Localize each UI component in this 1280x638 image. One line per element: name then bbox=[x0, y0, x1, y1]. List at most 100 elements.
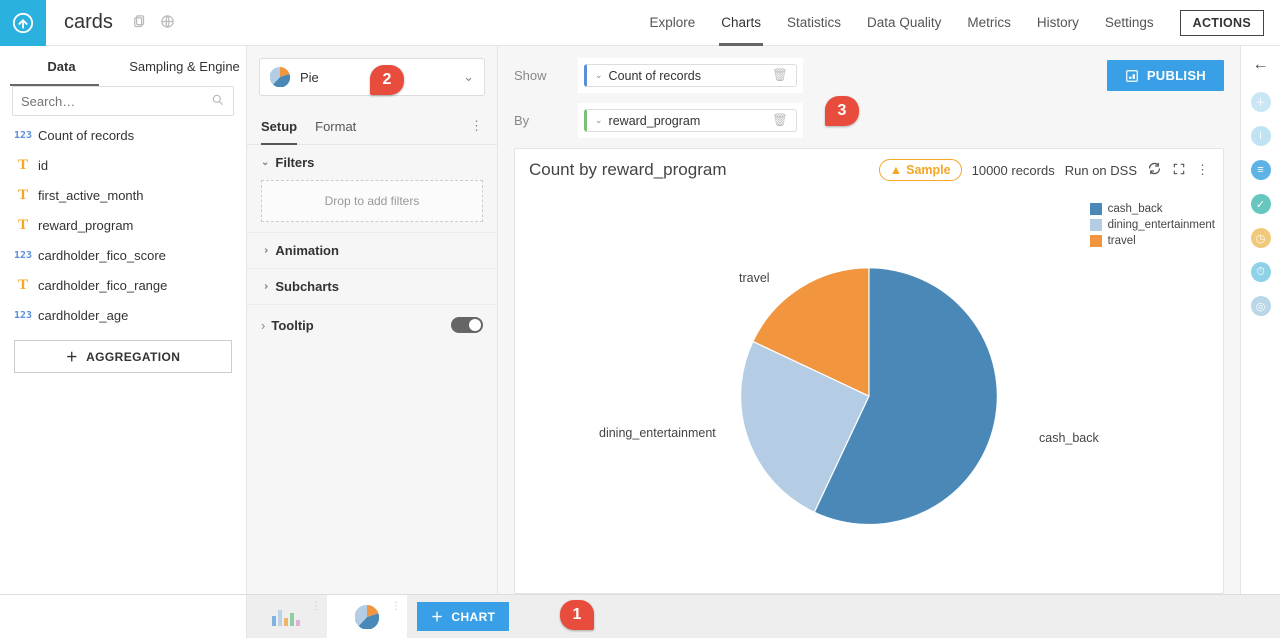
section-label: Animation bbox=[275, 243, 339, 258]
dock-info-icon[interactable]: i bbox=[1251, 126, 1271, 146]
by-pill[interactable]: ⌄reward_program🗑 bbox=[584, 109, 797, 132]
tab-charts[interactable]: Charts bbox=[721, 0, 761, 46]
tooltip-toggle[interactable] bbox=[451, 317, 483, 333]
right-dock: ← ＋ i ≡ ✓ ◷ ⏱ ◎ bbox=[1240, 46, 1280, 594]
copy-icon[interactable] bbox=[131, 14, 146, 32]
text-icon: T bbox=[12, 187, 34, 204]
pie-chart bbox=[729, 256, 1009, 536]
thumb-more-icon[interactable]: ⋮ bbox=[311, 601, 321, 612]
field-row[interactable]: Treward_program bbox=[0, 210, 246, 240]
actions-button[interactable]: ACTIONS bbox=[1180, 10, 1264, 36]
thumb-more-icon[interactable]: ⋮ bbox=[391, 601, 401, 612]
section-label: Subcharts bbox=[275, 279, 339, 294]
tab-history[interactable]: History bbox=[1037, 0, 1079, 46]
search-icon bbox=[211, 93, 225, 110]
config-more-icon[interactable]: ⋮ bbox=[470, 108, 483, 144]
field-label: first_active_month bbox=[38, 188, 144, 203]
slice-label-cash: cash_back bbox=[1039, 431, 1099, 445]
sample-label: Sample bbox=[906, 163, 950, 177]
fields-panel: Data Sampling & Engine 123Count of recor… bbox=[0, 46, 247, 594]
field-label: id bbox=[38, 158, 48, 173]
field-row[interactable]: 123 cardholder_age bbox=[0, 300, 246, 330]
section-animation: ⌄Animation bbox=[247, 233, 497, 269]
legend-label: dining_entertainment bbox=[1108, 217, 1215, 233]
cfg-tab-format[interactable]: Format bbox=[315, 109, 356, 144]
numeric-icon: 123 bbox=[12, 130, 34, 141]
field-row[interactable]: 123Count of records bbox=[0, 120, 246, 150]
chart-thumbs-bar: ⋮ ⋮ ＋ CHART bbox=[0, 594, 1280, 638]
text-icon: T bbox=[12, 277, 34, 294]
pill-label: Count of records bbox=[609, 69, 701, 83]
dock-add-icon[interactable]: ＋ bbox=[1251, 92, 1271, 112]
dock-discuss-icon[interactable]: ◎ bbox=[1251, 296, 1271, 316]
sample-badge[interactable]: ▲Sample bbox=[879, 159, 962, 181]
add-chart-label: CHART bbox=[451, 610, 495, 624]
text-icon: T bbox=[12, 217, 34, 234]
show-label: Show bbox=[514, 68, 566, 83]
field-label: cardholder_fico_range bbox=[38, 278, 167, 293]
field-label: reward_program bbox=[38, 218, 133, 233]
chevron-down-icon: ⌄ bbox=[463, 69, 474, 85]
filters-dropzone[interactable]: Drop to add filters bbox=[261, 180, 483, 222]
add-chart-button[interactable]: ＋ CHART bbox=[417, 602, 509, 631]
callout-2: 2 bbox=[370, 65, 404, 95]
collapse-dock-icon[interactable]: ← bbox=[1253, 56, 1269, 74]
callout-1: 1 bbox=[560, 600, 594, 630]
left-tab-data[interactable]: Data bbox=[0, 46, 123, 86]
show-shelf[interactable]: ⌄Count of records🗑 bbox=[578, 58, 803, 93]
legend-swatch bbox=[1090, 219, 1102, 231]
section-filters-header[interactable]: ⌄Filters bbox=[261, 155, 483, 170]
remove-pill-icon[interactable]: 🗑 bbox=[772, 68, 788, 83]
section-tooltip: › Tooltip bbox=[247, 305, 497, 345]
left-tab-sampling[interactable]: Sampling & Engine bbox=[123, 46, 246, 86]
section-label: Filters bbox=[275, 155, 314, 170]
dock-history-icon[interactable]: ◷ bbox=[1251, 228, 1271, 248]
remove-pill-icon[interactable]: 🗑 bbox=[772, 113, 788, 128]
refresh-icon[interactable] bbox=[1147, 161, 1162, 179]
by-shelf[interactable]: ⌄reward_program🗑 bbox=[578, 103, 803, 138]
field-row[interactable]: Tcardholder_fico_range bbox=[0, 270, 246, 300]
legend-label: travel bbox=[1108, 233, 1136, 249]
chart-config-panel: Pie ⌄ Setup Format ⋮ ⌄Filters Drop to ad… bbox=[247, 46, 498, 594]
tab-metrics[interactable]: Metrics bbox=[967, 0, 1011, 46]
app-logo[interactable] bbox=[0, 0, 46, 46]
tab-statistics[interactable]: Statistics bbox=[787, 0, 841, 46]
dock-check-icon[interactable]: ✓ bbox=[1251, 194, 1271, 214]
section-subcharts-header[interactable]: ⌄Subcharts bbox=[261, 279, 483, 294]
text-icon: T bbox=[12, 157, 34, 174]
tab-explore[interactable]: Explore bbox=[649, 0, 695, 46]
field-row[interactable]: 123cardholder_fico_score bbox=[0, 240, 246, 270]
pie-icon bbox=[270, 67, 290, 87]
section-animation-header[interactable]: ⌄Animation bbox=[261, 243, 483, 258]
aggregation-button[interactable]: ＋AGGREGATION bbox=[14, 340, 232, 373]
plus-icon: ＋ bbox=[431, 608, 443, 625]
field-label: cardholder_age bbox=[38, 308, 128, 323]
search-input[interactable] bbox=[21, 94, 211, 109]
field-row[interactable]: Tfirst_active_month bbox=[0, 180, 246, 210]
field-row[interactable]: Tid bbox=[0, 150, 246, 180]
aggregation-label: AGGREGATION bbox=[86, 350, 180, 364]
dock-list-icon[interactable]: ≡ bbox=[1251, 160, 1271, 180]
tab-settings[interactable]: Settings bbox=[1105, 0, 1154, 46]
publish-button[interactable]: PUBLISH bbox=[1107, 60, 1224, 91]
dock-clock-icon[interactable]: ⏱ bbox=[1251, 262, 1271, 282]
records-count: 10000 records bbox=[972, 163, 1055, 178]
show-pill[interactable]: ⌄Count of records🗑 bbox=[584, 64, 797, 87]
legend-label: cash_back bbox=[1108, 201, 1163, 217]
slice-label-travel: travel bbox=[739, 271, 770, 285]
run-on-dss[interactable]: Run on DSS bbox=[1065, 163, 1137, 178]
chart-legend: cash_back dining_entertainment travel bbox=[1090, 201, 1215, 249]
chart-area: Show ⌄Count of records🗑 PUBLISH By ⌄rewa… bbox=[498, 46, 1240, 594]
numeric-icon: 123 bbox=[12, 310, 34, 321]
cfg-tab-setup[interactable]: Setup bbox=[261, 109, 297, 144]
more-icon[interactable]: ⋮ bbox=[1196, 162, 1209, 178]
chart-thumb-bar[interactable]: ⋮ bbox=[247, 595, 327, 638]
tab-dataquality[interactable]: Data Quality bbox=[867, 0, 941, 46]
section-subcharts: ⌄Subcharts bbox=[247, 269, 497, 305]
pie-stage bbox=[729, 256, 1009, 539]
fullscreen-icon[interactable] bbox=[1172, 162, 1186, 179]
globe-icon[interactable] bbox=[160, 14, 175, 32]
field-label: cardholder_fico_score bbox=[38, 248, 166, 263]
chart-thumb-pie[interactable]: ⋮ bbox=[327, 595, 407, 638]
section-label: Tooltip bbox=[271, 318, 313, 333]
